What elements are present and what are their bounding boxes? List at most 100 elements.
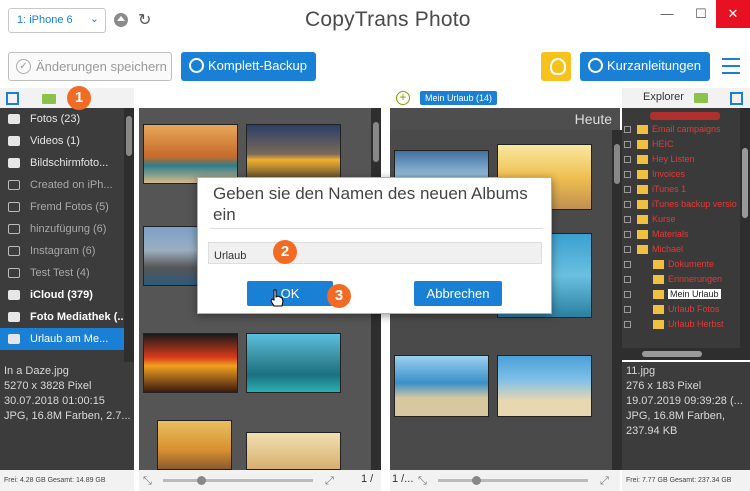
zoom-slider-knob[interactable] — [472, 476, 481, 485]
ok-button[interactable]: OK — [247, 281, 333, 306]
camera-icon — [8, 312, 20, 322]
tree-expander-icon[interactable] — [624, 306, 631, 313]
zoom-slider-knob[interactable] — [197, 476, 206, 485]
tree-item-label: Urlaub Herbst — [668, 319, 724, 329]
tree-item-label: Materials — [652, 229, 689, 239]
collapse-right-icon[interactable] — [730, 92, 743, 105]
tree-item[interactable]: Kurse — [622, 212, 750, 227]
album-item[interactable]: Urlaub am Me... — [0, 328, 134, 350]
album-item[interactable]: iCloud (379) — [0, 284, 134, 306]
photo-thumbnail[interactable] — [246, 432, 341, 470]
device-dropdown[interactable]: 1: iPhone 6 ⌄ — [8, 8, 106, 33]
album-item[interactable]: Instagram (6) — [0, 240, 134, 262]
shrink-icon[interactable]: ⤡ — [418, 475, 430, 487]
tree-expander-icon[interactable] — [624, 276, 631, 283]
full-backup-button[interactable]: Komplett-Backup — [181, 52, 316, 81]
album-item[interactable]: Foto Mediathek (... — [0, 306, 134, 328]
save-changes-button[interactable]: ✓ Änderungen speichern — [8, 52, 172, 81]
cancel-button[interactable]: Abbrechen — [414, 281, 502, 306]
tree-item[interactable]: iTunes 1 — [622, 182, 750, 197]
explorer-tree-hscrollbar[interactable] — [622, 348, 750, 360]
tree-item[interactable]: HEIC — [622, 137, 750, 152]
album-item[interactable]: hinzufügung (6) — [0, 218, 134, 240]
folder-icon — [653, 260, 664, 269]
tree-expander-icon[interactable] — [624, 246, 631, 253]
collapse-left-icon[interactable] — [6, 92, 19, 105]
right-info-dimensions: 276 x 183 Pixel — [626, 380, 702, 392]
photo-thumbnail[interactable] — [246, 124, 341, 184]
photo-thumbnail[interactable] — [143, 124, 238, 184]
close-button[interactable]: ✕ — [716, 0, 750, 28]
photo-thumbnail[interactable] — [143, 333, 238, 393]
pc-storage-status: Frei: 7.77 GB Gesamt: 237.34 GB — [622, 470, 750, 491]
tree-item[interactable]: Urlaub Fotos — [622, 302, 750, 317]
tree-item[interactable]: Email campaigns — [622, 122, 750, 137]
album-item-label: iCloud (379) — [30, 289, 93, 301]
new-album-dialog: Geben sie den Namen des neuen Albums ein… — [197, 177, 552, 314]
album-list-scrollbar[interactable] — [124, 108, 134, 362]
tree-expander-icon[interactable] — [624, 171, 631, 178]
tree-item[interactable]: Mein Urlaub — [622, 287, 750, 302]
tree-expander-icon[interactable] — [624, 156, 631, 163]
tree-expander-icon[interactable] — [624, 231, 631, 238]
explorer-tree-scrollbar[interactable] — [740, 108, 750, 348]
album-item[interactable]: Bildschirmfoto... — [0, 152, 134, 174]
tree-item[interactable]: Urlaub Herbst — [622, 317, 750, 332]
photo-thumbnail[interactable] — [157, 420, 232, 470]
photo-thumbnail[interactable] — [497, 355, 592, 417]
left-info-details: JPG, 16.8M Farben, 2.7... — [4, 410, 131, 422]
photo-thumbnail[interactable] — [246, 333, 341, 393]
album-name-input[interactable] — [208, 242, 542, 264]
zoom-slider[interactable] — [438, 479, 588, 482]
album-item-label: Foto Mediathek (... — [30, 311, 127, 323]
album-item[interactable]: Videos (1) — [0, 130, 134, 152]
tree-expander-icon[interactable] — [624, 261, 631, 268]
album-item-label: Fotos (23) — [30, 113, 81, 125]
history-icon — [189, 58, 204, 73]
refresh-icon[interactable]: ↻ — [138, 10, 151, 30]
maximize-button[interactable]: ☐ — [684, 0, 718, 28]
tree-item[interactable]: Michael — [622, 242, 750, 257]
tree-item[interactable]: Dokumente — [622, 257, 750, 272]
tree-item[interactable]: Erinnerungen — [622, 272, 750, 287]
expand-icon[interactable]: ⤢ — [600, 475, 612, 487]
tree-expander-icon[interactable] — [624, 141, 631, 148]
hamburger-menu-icon[interactable] — [722, 58, 740, 74]
album-item[interactable]: Fremd Fotos (5) — [0, 196, 134, 218]
expand-icon[interactable]: ⤢ — [325, 475, 337, 487]
left-info-filename: In a Daze.jpg — [4, 365, 69, 377]
minimize-button[interactable]: — — [650, 0, 684, 28]
shrink-icon[interactable]: ⤡ — [143, 475, 155, 487]
folder-icon — [637, 245, 648, 254]
step-badge-3: 3 — [327, 284, 351, 308]
tree-expander-icon[interactable] — [624, 216, 631, 223]
chevron-down-icon: ⌄ — [89, 13, 99, 25]
tree-item-label: Mein Urlaub — [668, 289, 721, 299]
album-item[interactable]: Fotos (23) — [0, 108, 134, 130]
album-item[interactable]: Created on iPh... — [0, 174, 134, 196]
tips-button[interactable] — [541, 52, 571, 81]
tree-expander-icon[interactable] — [624, 126, 631, 133]
tree-item[interactable]: Materials — [622, 227, 750, 242]
tree-expander-icon[interactable] — [624, 291, 631, 298]
guides-button[interactable]: Kurzanleitungen — [580, 52, 710, 81]
photo-thumbnail[interactable] — [394, 355, 489, 417]
album-item[interactable]: Test Test (4) — [0, 262, 134, 284]
tree-item[interactable]: Hey Listen — [622, 152, 750, 167]
tree-item[interactable]: Invoices — [622, 167, 750, 182]
tree-expander-icon[interactable] — [624, 201, 631, 208]
tree-expander-icon[interactable] — [624, 186, 631, 193]
tree-item[interactable]: iTunes backup versio — [622, 197, 750, 212]
tree-expander-icon[interactable] — [624, 321, 631, 328]
add-album-icon[interactable]: + — [396, 91, 410, 105]
left-zoom-bar: ⤡ ⤢ 1 / ... — [139, 470, 381, 491]
zoom-slider[interactable] — [163, 479, 313, 482]
tree-item-label: Urlaub Fotos — [668, 304, 720, 314]
folder-icon — [637, 125, 648, 134]
tree-item-label: iTunes 1 — [652, 184, 687, 194]
right-info-details: JPG, 16.8M Farben, 237.94 KB — [626, 410, 726, 437]
album-grid-scrollbar[interactable] — [612, 130, 622, 470]
eject-icon[interactable] — [114, 13, 128, 27]
album-tag[interactable]: Mein Urlaub (14) — [420, 91, 498, 105]
explorer-folder-icon — [694, 93, 708, 103]
